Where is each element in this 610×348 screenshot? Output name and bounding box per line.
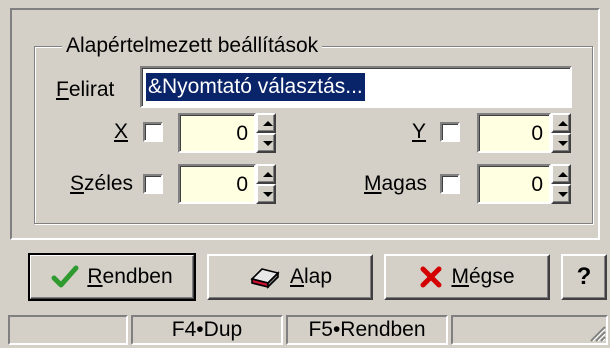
y-spin-up-button[interactable] (551, 113, 571, 133)
caption-input[interactable]: &Nyomtató választás... (140, 66, 572, 108)
caption-label: Felirat (56, 78, 115, 101)
width-label: Széles (70, 172, 134, 195)
y-label: Y (412, 120, 427, 143)
status-cell-ok: F5•Rendben (286, 315, 448, 345)
reset-button-label: Alap (289, 265, 333, 288)
x-field[interactable]: 0 (178, 113, 256, 153)
cancel-button-label: Mégse (451, 265, 515, 288)
y-spinner (551, 113, 571, 153)
height-spin-down-button[interactable] (551, 184, 571, 204)
ok-button-label: Rendben (87, 265, 173, 288)
arrow-down-icon (263, 192, 273, 197)
help-button-label: ? (576, 263, 592, 290)
x-checkbox[interactable] (143, 122, 163, 142)
help-button[interactable]: ? (561, 254, 607, 300)
arrow-up-icon (263, 172, 273, 177)
height-spinner (551, 164, 571, 204)
y-field[interactable]: 0 (477, 113, 551, 153)
status-cell-dup: F4•Dup (131, 315, 283, 345)
height-spin-up-button[interactable] (551, 164, 571, 184)
arrow-down-icon (558, 192, 568, 197)
width-value: 0 (236, 173, 248, 196)
arrow-down-icon (263, 141, 273, 146)
groupbox-title: Alapértelmezett beállítások (62, 33, 323, 59)
y-checkbox[interactable] (440, 122, 460, 142)
width-spinner (256, 164, 276, 204)
height-value: 0 (531, 173, 543, 196)
width-field[interactable]: 0 (178, 164, 256, 204)
x-spin-up-button[interactable] (256, 113, 276, 133)
status-cell-4 (451, 315, 608, 345)
checkmark-icon (51, 264, 79, 290)
arrow-up-icon (558, 172, 568, 177)
eraser-icon (248, 265, 282, 289)
caption-value: &Nyomtató választás... (146, 73, 365, 101)
width-spin-up-button[interactable] (256, 164, 276, 184)
height-checkbox[interactable] (440, 174, 460, 194)
arrow-up-icon (263, 121, 273, 126)
reset-button[interactable]: Alap (207, 254, 373, 300)
height-label: Magas (364, 172, 428, 195)
arrow-down-icon (558, 141, 568, 146)
width-spin-down-button[interactable] (256, 184, 276, 204)
x-label: X (114, 120, 129, 143)
status-cell-1 (8, 315, 128, 345)
width-checkbox[interactable] (143, 174, 163, 194)
x-spin-down-button[interactable] (256, 133, 276, 153)
x-icon (419, 265, 443, 289)
resize-grip-icon[interactable] (586, 322, 606, 342)
x-value: 0 (236, 122, 248, 145)
y-value: 0 (531, 122, 543, 145)
cancel-button[interactable]: Mégse (384, 254, 550, 300)
y-spin-down-button[interactable] (551, 133, 571, 153)
arrow-up-icon (558, 121, 568, 126)
height-field[interactable]: 0 (477, 164, 551, 204)
ok-button[interactable]: Rendben (28, 253, 196, 301)
x-spinner (256, 113, 276, 153)
